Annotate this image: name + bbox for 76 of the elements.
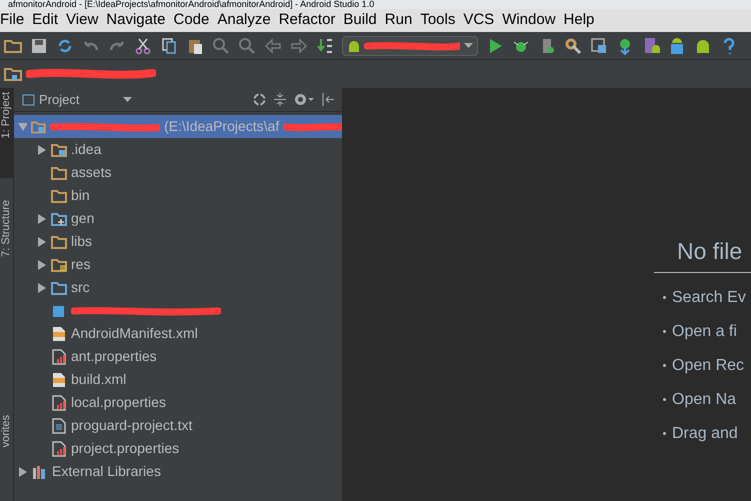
tool-window-tab[interactable]: vorites	[0, 411, 13, 501]
tool-window-tab[interactable]: 1: Project	[0, 88, 13, 178]
run-configuration-dropdown[interactable]	[342, 36, 478, 56]
window-title: afmonitorAndroid - [E:\IdeaProjects\afmonitorAndroid\afmonitorAndroid] - Android Studio 1.0	[8, 0, 374, 9]
resource-folder-icon	[51, 256, 67, 272]
folder-icon	[4, 66, 22, 82]
properties-file-icon	[51, 394, 67, 410]
editor-tip: Open a fi	[663, 320, 751, 342]
menu-item[interactable]: Edit	[28, 9, 62, 32]
panel-icon	[22, 94, 35, 106]
caret-icon	[464, 42, 474, 48]
crosshair-icon[interactable]	[253, 93, 266, 106]
module-folder-icon	[31, 118, 46, 134]
expand-arrow-icon[interactable]	[37, 214, 47, 224]
editor-tip: Open Rec	[663, 354, 751, 376]
menu-item[interactable]: Analyze	[213, 9, 275, 32]
menu-item[interactable]: Build	[339, 9, 381, 32]
menu-item[interactable]: View	[62, 9, 102, 32]
xml-file-icon	[51, 326, 67, 342]
folder-icon	[51, 164, 67, 180]
expand-arrow-icon[interactable]	[37, 260, 47, 270]
menu-item[interactable]: File	[0, 9, 28, 32]
tree-item[interactable]: assets	[14, 161, 342, 184]
empty-editor-heading: No file	[654, 234, 751, 272]
tree-item[interactable]: ant.properties	[14, 345, 342, 368]
source-folder-icon	[51, 280, 67, 296]
modules-icon[interactable]	[590, 36, 608, 54]
tree-item[interactable]: libs	[14, 230, 342, 253]
tree-item[interactable]: gen	[14, 207, 342, 230]
tree-item[interactable]: build.xml	[14, 368, 342, 391]
scissors-icon[interactable]	[134, 36, 152, 54]
menu-item[interactable]: Window	[498, 9, 560, 32]
tree-item[interactable]: local.properties	[14, 391, 342, 414]
menu-item[interactable]: Code	[169, 9, 214, 32]
expand-arrow-icon[interactable]	[37, 144, 47, 154]
save-icon[interactable]	[30, 36, 48, 54]
tree-item[interactable]: External Libraries	[14, 460, 342, 483]
copy-icon[interactable]	[160, 36, 178, 54]
tree-item[interactable]: bin	[14, 184, 342, 207]
properties-file-icon	[51, 440, 67, 456]
view-selector[interactable]: Project	[22, 90, 132, 110]
gear-icon[interactable]	[294, 93, 314, 106]
hide-panel-icon[interactable]	[322, 93, 334, 106]
editor-tip: Open Na	[663, 388, 751, 410]
expand-arrow-icon[interactable]	[37, 236, 47, 246]
folder-icon	[51, 234, 67, 250]
libraries-icon	[32, 464, 48, 480]
menu-item[interactable]: VCS	[459, 9, 498, 32]
collapse-icon[interactable]	[274, 93, 286, 106]
editor-tip: Search Ev	[663, 286, 751, 308]
menu-item[interactable]: Help	[560, 9, 598, 32]
forward-icon[interactable]	[290, 36, 308, 54]
folder-icon	[51, 188, 67, 204]
expand-arrow-icon[interactable]	[18, 466, 28, 476]
tree-item[interactable]: res	[14, 253, 342, 276]
caret-icon	[123, 96, 132, 102]
tree-item[interactable]: src	[14, 276, 342, 299]
module-folder-icon	[51, 142, 67, 158]
tree-item[interactable]: proguard-project.txt	[14, 414, 342, 437]
tree-item[interactable]: AndroidManifest.xml	[14, 322, 342, 345]
generated-folder-icon	[51, 210, 67, 226]
menu-item[interactable]: Run	[380, 9, 416, 32]
text-file-icon	[51, 418, 67, 434]
properties-file-icon	[51, 348, 67, 364]
xml-file-icon	[51, 372, 67, 388]
editor-tip: Drag and	[663, 422, 751, 444]
android-icon	[347, 38, 360, 52]
back-icon[interactable]	[264, 36, 282, 54]
tree-item[interactable]: project.properties	[14, 437, 342, 460]
search-icon[interactable]	[212, 36, 230, 54]
menu-item[interactable]: Tools	[416, 9, 460, 32]
tool-window-tab[interactable]: 7: Structure	[0, 196, 13, 286]
menu-item[interactable]: Navigate	[102, 9, 170, 32]
tree-item[interactable]: .idea	[14, 138, 342, 161]
menu-item[interactable]: Refactor	[274, 9, 340, 32]
expand-arrow-icon[interactable]	[37, 282, 47, 292]
